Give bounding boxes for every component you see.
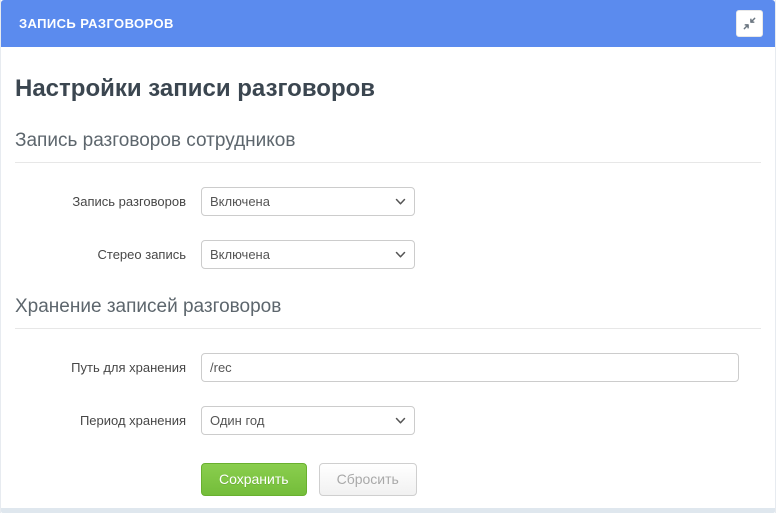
settings-content: Настройки записи разговоров Запись разго…: [1, 47, 775, 508]
call-recording-label: Запись разговоров: [72, 194, 186, 209]
panel-bottom-edge: [1, 508, 775, 513]
call-recording-select[interactable]: Включена: [201, 187, 415, 216]
collapse-panel-button[interactable]: [736, 10, 763, 37]
form-row-stereo-recording: Стерео запись Включена: [15, 240, 761, 269]
storage-period-label: Период хранения: [79, 413, 186, 428]
stereo-recording-select[interactable]: Включена: [201, 240, 415, 269]
page-title: Настройки записи разговоров: [15, 75, 376, 102]
compress-arrows-icon: [742, 16, 757, 31]
storage-path-label: Путь для хранения: [71, 360, 186, 375]
save-button[interactable]: Сохранить: [201, 463, 307, 496]
form-row-call-recording: Запись разговоров Включена: [15, 187, 761, 216]
panel-title: ЗАПИСЬ РАЗГОВОРОВ: [19, 16, 174, 31]
form-row-storage-path: Путь для хранения: [15, 353, 761, 382]
reset-button[interactable]: Сбросить: [318, 463, 417, 496]
section-title-recording-storage: Хранение записей разговоров: [15, 296, 761, 329]
form-row-storage-period: Период хранения Один год: [15, 406, 761, 435]
storage-period-select[interactable]: Один год: [201, 406, 415, 435]
call-recording-panel: ЗАПИСЬ РАЗГОВОРОВ Настройки записи разго…: [0, 0, 776, 513]
stereo-recording-label: Стерео запись: [97, 247, 187, 262]
form-actions: Сохранить Сбросить: [15, 463, 761, 496]
panel-header: ЗАПИСЬ РАЗГОВОРОВ: [1, 0, 775, 47]
section-title-employee-recording: Запись разговоров сотрудников: [15, 130, 761, 163]
storage-path-input[interactable]: [201, 353, 739, 382]
